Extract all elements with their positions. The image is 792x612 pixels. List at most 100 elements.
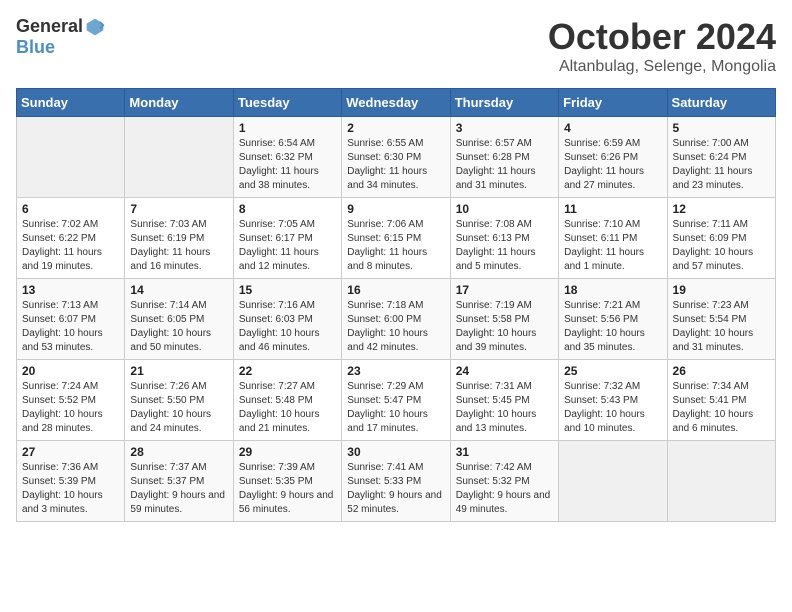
calendar-cell: 27 Sunrise: 7:36 AM Sunset: 5:39 PM Dayli…: [17, 441, 125, 522]
weekday-header-monday: Monday: [125, 89, 233, 117]
day-number: 2: [347, 121, 444, 135]
day-number: 6: [22, 202, 119, 216]
day-info: Sunrise: 7:29 AM Sunset: 5:47 PM Dayligh…: [347, 380, 444, 436]
calendar-cell: 6 Sunrise: 7:02 AM Sunset: 6:22 PM Daylig…: [17, 198, 125, 279]
day-number: 1: [239, 121, 336, 135]
calendar-cell: 28 Sunrise: 7:37 AM Sunset: 5:37 PM Dayli…: [125, 441, 233, 522]
calendar-cell: 8 Sunrise: 7:05 AM Sunset: 6:17 PM Daylig…: [233, 198, 341, 279]
day-number: 7: [130, 202, 227, 216]
month-title: October 2024: [548, 16, 776, 58]
calendar-cell: 10 Sunrise: 7:08 AM Sunset: 6:13 PM Dayli…: [450, 198, 558, 279]
weekday-header-saturday: Saturday: [667, 89, 775, 117]
day-info: Sunrise: 7:39 AM Sunset: 5:35 PM Dayligh…: [239, 461, 336, 517]
day-number: 22: [239, 364, 336, 378]
logo-blue-text: Blue: [16, 37, 55, 58]
day-info: Sunrise: 7:34 AM Sunset: 5:41 PM Dayligh…: [673, 380, 770, 436]
calendar-cell: 12 Sunrise: 7:11 AM Sunset: 6:09 PM Dayli…: [667, 198, 775, 279]
logo-general-text: General: [16, 16, 83, 37]
day-number: 28: [130, 445, 227, 459]
calendar-cell: 24 Sunrise: 7:31 AM Sunset: 5:45 PM Dayli…: [450, 360, 558, 441]
calendar-cell: 21 Sunrise: 7:26 AM Sunset: 5:50 PM Dayli…: [125, 360, 233, 441]
day-info: Sunrise: 6:54 AM Sunset: 6:32 PM Dayligh…: [239, 137, 336, 193]
calendar-cell: 13 Sunrise: 7:13 AM Sunset: 6:07 PM Dayli…: [17, 279, 125, 360]
day-info: Sunrise: 7:11 AM Sunset: 6:09 PM Dayligh…: [673, 218, 770, 274]
day-info: Sunrise: 7:32 AM Sunset: 5:43 PM Dayligh…: [564, 380, 661, 436]
weekday-header-friday: Friday: [559, 89, 667, 117]
calendar-cell: 16 Sunrise: 7:18 AM Sunset: 6:00 PM Dayli…: [342, 279, 450, 360]
calendar-table: SundayMondayTuesdayWednesdayThursdayFrid…: [16, 88, 776, 522]
day-info: Sunrise: 7:18 AM Sunset: 6:00 PM Dayligh…: [347, 299, 444, 355]
calendar-cell: 29Sunrise: 7:39 AM Sunset: 5:35 PM Dayli…: [233, 441, 341, 522]
day-number: 3: [456, 121, 553, 135]
day-info: Sunrise: 7:31 AM Sunset: 5:45 PM Dayligh…: [456, 380, 553, 436]
day-info: Sunrise: 7:06 AM Sunset: 6:15 PM Dayligh…: [347, 218, 444, 274]
calendar-cell: 22 Sunrise: 7:27 AM Sunset: 5:48 PM Dayli…: [233, 360, 341, 441]
day-info: Sunrise: 7:16 AM Sunset: 6:03 PM Dayligh…: [239, 299, 336, 355]
day-info: Sunrise: 7:27 AM Sunset: 5:48 PM Dayligh…: [239, 380, 336, 436]
day-number: 15: [239, 283, 336, 297]
calendar-cell: [559, 441, 667, 522]
logo: General Blue: [16, 16, 105, 58]
day-number: 8: [239, 202, 336, 216]
day-info: Sunrise: 7:02 AM Sunset: 6:22 PM Dayligh…: [22, 218, 119, 274]
day-info: Sunrise: 7:03 AM Sunset: 6:19 PM Dayligh…: [130, 218, 227, 274]
day-number: 12: [673, 202, 770, 216]
day-number: 23: [347, 364, 444, 378]
calendar-cell: 5 Sunrise: 7:00 AM Sunset: 6:24 PM Daylig…: [667, 117, 775, 198]
weekday-header-wednesday: Wednesday: [342, 89, 450, 117]
calendar-cell: 7 Sunrise: 7:03 AM Sunset: 6:19 PM Daylig…: [125, 198, 233, 279]
day-info: Sunrise: 7:36 AM Sunset: 5:39 PM Dayligh…: [22, 461, 119, 517]
day-info: Sunrise: 7:21 AM Sunset: 5:56 PM Dayligh…: [564, 299, 661, 355]
day-info: Sunrise: 7:14 AM Sunset: 6:05 PM Dayligh…: [130, 299, 227, 355]
day-number: 19: [673, 283, 770, 297]
day-info: Sunrise: 7:05 AM Sunset: 6:17 PM Dayligh…: [239, 218, 336, 274]
day-info: Sunrise: 7:24 AM Sunset: 5:52 PM Dayligh…: [22, 380, 119, 436]
day-info: Sunrise: 7:08 AM Sunset: 6:13 PM Dayligh…: [456, 218, 553, 274]
day-number: 13: [22, 283, 119, 297]
calendar-cell: 25 Sunrise: 7:32 AM Sunset: 5:43 PM Dayli…: [559, 360, 667, 441]
day-info: Sunrise: 7:37 AM Sunset: 5:37 PM Dayligh…: [130, 461, 227, 517]
day-info: Sunrise: 6:59 AM Sunset: 6:26 PM Dayligh…: [564, 137, 661, 193]
day-info: Sunrise: 7:10 AM Sunset: 6:11 PM Dayligh…: [564, 218, 661, 274]
calendar-cell: [125, 117, 233, 198]
day-number: 31: [456, 445, 553, 459]
location-title: Altanbulag, Selenge, Mongolia: [548, 58, 776, 76]
day-info: Sunrise: 7:13 AM Sunset: 6:07 PM Dayligh…: [22, 299, 119, 355]
day-number: 25: [564, 364, 661, 378]
day-info: Sunrise: 7:26 AM Sunset: 5:50 PM Dayligh…: [130, 380, 227, 436]
day-number: 5: [673, 121, 770, 135]
day-info: Sunrise: 7:00 AM Sunset: 6:24 PM Dayligh…: [673, 137, 770, 193]
calendar-cell: 3 Sunrise: 6:57 AM Sunset: 6:28 PM Daylig…: [450, 117, 558, 198]
calendar-cell: 30Sunrise: 7:41 AM Sunset: 5:33 PM Dayli…: [342, 441, 450, 522]
day-number: 11: [564, 202, 661, 216]
calendar-cell: 23 Sunrise: 7:29 AM Sunset: 5:47 PM Dayli…: [342, 360, 450, 441]
day-number: 21: [130, 364, 227, 378]
calendar-cell: 20Sunrise: 7:24 AM Sunset: 5:52 PM Dayli…: [17, 360, 125, 441]
calendar-cell: 26Sunrise: 7:34 AM Sunset: 5:41 PM Dayli…: [667, 360, 775, 441]
title-block: October 2024 Altanbulag, Selenge, Mongol…: [548, 16, 776, 76]
logo-icon: [85, 17, 105, 37]
day-number: 14: [130, 283, 227, 297]
day-number: 16: [347, 283, 444, 297]
calendar-cell: 1 Sunrise: 6:54 AM Sunset: 6:32 PM Daylig…: [233, 117, 341, 198]
calendar-cell: [667, 441, 775, 522]
day-number: 18: [564, 283, 661, 297]
page-header: General Blue October 2024 Altanbulag, Se…: [16, 16, 776, 76]
day-number: 30: [347, 445, 444, 459]
day-info: Sunrise: 7:19 AM Sunset: 5:58 PM Dayligh…: [456, 299, 553, 355]
calendar-cell: 17 Sunrise: 7:19 AM Sunset: 5:58 PM Dayli…: [450, 279, 558, 360]
calendar-cell: [17, 117, 125, 198]
day-info: Sunrise: 7:42 AM Sunset: 5:32 PM Dayligh…: [456, 461, 553, 517]
day-info: Sunrise: 6:57 AM Sunset: 6:28 PM Dayligh…: [456, 137, 553, 193]
calendar-cell: 14 Sunrise: 7:14 AM Sunset: 6:05 PM Dayli…: [125, 279, 233, 360]
calendar-cell: 18 Sunrise: 7:21 AM Sunset: 5:56 PM Dayli…: [559, 279, 667, 360]
day-number: 17: [456, 283, 553, 297]
day-number: 24: [456, 364, 553, 378]
day-number: 9: [347, 202, 444, 216]
calendar-cell: 15 Sunrise: 7:16 AM Sunset: 6:03 PM Dayli…: [233, 279, 341, 360]
calendar-cell: 2 Sunrise: 6:55 AM Sunset: 6:30 PM Daylig…: [342, 117, 450, 198]
day-info: Sunrise: 6:55 AM Sunset: 6:30 PM Dayligh…: [347, 137, 444, 193]
day-number: 10: [456, 202, 553, 216]
day-number: 27: [22, 445, 119, 459]
day-info: Sunrise: 7:23 AM Sunset: 5:54 PM Dayligh…: [673, 299, 770, 355]
